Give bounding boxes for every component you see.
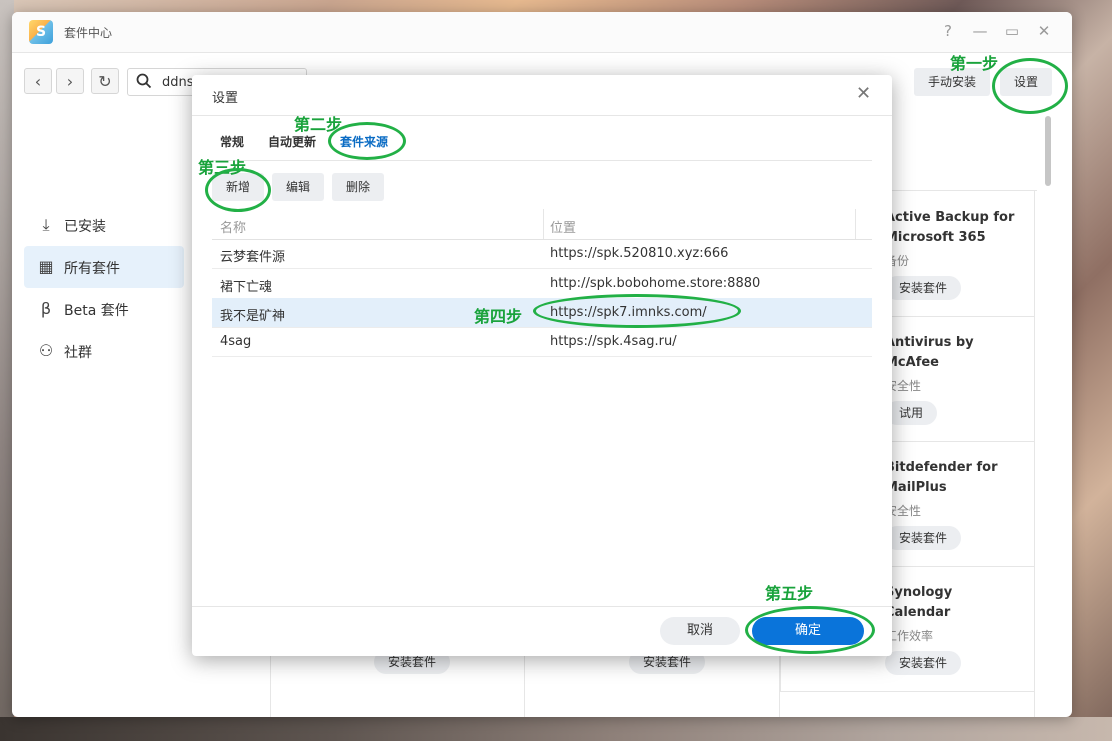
cancel-button[interactable]: 取消	[660, 617, 740, 645]
chevron-right-icon: ›	[66, 72, 74, 91]
desktop-wallpaper-bottom	[0, 717, 1112, 741]
install-package-button[interactable]: 安装套件	[885, 276, 962, 300]
package-name: Bitdefender for MailPlus	[885, 460, 998, 495]
grid-icon: ▦	[38, 257, 54, 276]
column-divider	[855, 209, 856, 239]
table-row[interactable]: 裙下亡魂 http://spk.bobohome.store:8880	[212, 269, 872, 299]
sidebar-item-label: 所有套件	[64, 261, 120, 277]
source-name: 4sag	[220, 334, 252, 349]
install-package-button[interactable]: 安装套件	[885, 651, 962, 675]
delete-button[interactable]: 删除	[332, 173, 385, 201]
scrollbar[interactable]	[1045, 116, 1051, 186]
column-header-name[interactable]: 名称	[220, 217, 246, 236]
window-titlebar: S 套件中心 ? — ▭ ✕	[12, 12, 1072, 53]
sidebar-item-label: 社群	[64, 345, 92, 361]
dialog-title: 设置	[212, 91, 239, 106]
source-location: https://spk.520810.xyz:666	[550, 246, 729, 261]
help-icon[interactable]: ?	[939, 22, 957, 40]
annotation-step-4: 第四步	[474, 307, 523, 326]
sidebar-item-label: 已安装	[64, 219, 106, 235]
window-title: 套件中心	[64, 26, 113, 40]
sidebar-item-label: Beta 套件	[64, 303, 129, 319]
search-icon	[136, 73, 152, 93]
table-row[interactable]: 4sag https://spk.4sag.ru/	[212, 327, 872, 357]
annotation-ring-sources-tab	[328, 122, 406, 160]
package-category: 工作效率	[885, 629, 934, 643]
search-value: ddns	[162, 75, 194, 90]
forward-button[interactable]: ›	[56, 68, 84, 94]
annotation-ring-settings	[992, 58, 1068, 114]
settings-dialog: 设置 ✕ 常规 自动更新 套件来源 新增 编辑 删除 名称 位置 云梦套件源 h…	[192, 75, 892, 656]
refresh-icon: ↻	[98, 72, 112, 91]
minimize-icon[interactable]: —	[971, 22, 989, 40]
tab-auto-update[interactable]: 自动更新	[268, 133, 316, 150]
divider	[212, 160, 872, 161]
community-icon: ⚇	[38, 341, 54, 360]
annotation-step-1: 第一步	[950, 54, 999, 73]
table-header: 名称 位置	[212, 209, 872, 240]
column-divider	[543, 209, 544, 239]
annotation-ring-location	[533, 294, 741, 328]
source-name: 云梦套件源	[220, 250, 286, 265]
source-name: 我不是矿神	[220, 309, 286, 324]
tab-general[interactable]: 常规	[220, 133, 244, 150]
sidebar-item-installed[interactable]: ⤓ 已安装	[24, 204, 184, 246]
sidebar-item-beta[interactable]: β Beta 套件	[24, 288, 184, 330]
package-name: Antivirus by McAfee	[885, 335, 974, 370]
source-location: http://spk.bobohome.store:8880	[550, 276, 761, 291]
column-header-location[interactable]: 位置	[550, 217, 576, 236]
maximize-icon[interactable]: ▭	[1003, 22, 1021, 40]
table-row[interactable]: 云梦套件源 https://spk.520810.xyz:666	[212, 239, 872, 269]
back-button[interactable]: ‹	[24, 68, 52, 94]
package-name: Synology Calendar	[885, 585, 953, 620]
beta-icon: β	[40, 299, 52, 318]
trial-button[interactable]: 试用	[885, 401, 938, 425]
source-location: https://spk.4sag.ru/	[550, 334, 677, 349]
download-icon: ⤓	[42, 215, 50, 234]
annotation-ring-ok	[745, 606, 875, 654]
sidebar-item-all-packages[interactable]: ▦ 所有套件	[24, 246, 184, 288]
install-package-button[interactable]: 安装套件	[885, 526, 962, 550]
refresh-button[interactable]: ↻	[91, 68, 119, 94]
package-center-icon: S	[29, 20, 53, 44]
chevron-left-icon: ‹	[34, 72, 42, 91]
close-icon[interactable]: ✕	[856, 83, 871, 104]
close-icon[interactable]: ✕	[1035, 22, 1053, 40]
source-name: 裙下亡魂	[220, 280, 273, 295]
annotation-ring-add	[205, 168, 271, 212]
edit-button[interactable]: 编辑	[272, 173, 325, 201]
package-name: Active Backup for Microsoft 365	[885, 210, 1015, 245]
sidebar-item-community[interactable]: ⚇ 社群	[24, 330, 184, 372]
annotation-step-5: 第五步	[765, 584, 814, 603]
